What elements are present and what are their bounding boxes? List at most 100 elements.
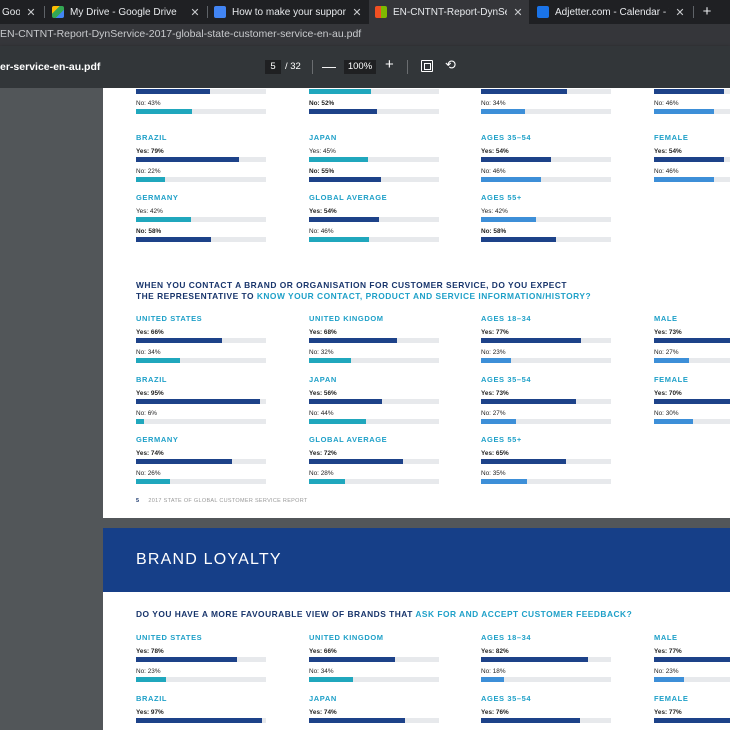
no-bar	[136, 358, 181, 363]
region-label: FEMALE	[654, 694, 689, 703]
region-label: UNITED KINGDOM	[309, 314, 384, 323]
yes-bar-track	[136, 657, 266, 662]
yes-bar	[136, 657, 238, 662]
no-bar	[136, 237, 212, 242]
no-bar-track	[481, 177, 611, 182]
zoom-in-button[interactable]: +	[385, 56, 394, 73]
region-label: AGES 35–54	[481, 694, 532, 703]
no-label: No: 23%	[481, 349, 506, 356]
rotate-icon[interactable]: ⟲	[445, 57, 456, 73]
close-icon[interactable]: ✕	[188, 6, 202, 19]
no-bar-track	[654, 677, 730, 682]
region-label: BRAZIL	[136, 375, 168, 384]
no-bar	[481, 237, 557, 242]
no-bar-track	[309, 479, 439, 484]
zoom-out-button[interactable]: —	[322, 58, 336, 74]
region-label: UNITED KINGDOM	[309, 633, 384, 642]
yes-bar	[654, 89, 725, 94]
region-label: GLOBAL AVERAGE	[309, 193, 388, 202]
page-number-input[interactable]: 5	[265, 60, 281, 74]
region-label: FEMALE	[654, 133, 689, 142]
tab-calendar[interactable]: Adjetter.com - Calendar - Week o ✕	[531, 0, 691, 24]
yes-label: Yes: 42%	[136, 208, 163, 215]
region-label: AGES 18–34	[481, 314, 532, 323]
yes-label: Yes: 77%	[654, 709, 682, 716]
yes-bar-track	[309, 338, 439, 343]
question-highlight: KNOW YOUR CONTACT, PRODUCT AND SERVICE I…	[256, 291, 592, 301]
no-bar-track	[481, 419, 611, 424]
region-label: GLOBAL AVERAGE	[309, 435, 388, 444]
question-heading: WHEN YOU CONTACT A BRAND OR ORGANISATION…	[136, 280, 591, 302]
region-label: GERMANY	[136, 193, 179, 202]
yes-label: Yes: 74%	[309, 709, 337, 716]
yes-bar-track	[481, 459, 611, 464]
no-label: No: 46%	[309, 228, 334, 235]
no-bar	[481, 479, 527, 484]
yes-bar	[309, 399, 382, 404]
url-text: EN-CNTNT-Report-DynService-2017-global-s…	[0, 28, 362, 40]
yes-bar-track	[654, 399, 730, 404]
tab-my-drive[interactable]: My Drive - Google Drive ✕	[46, 0, 206, 24]
no-bar	[309, 358, 351, 363]
no-label: No: 46%	[654, 100, 679, 107]
no-bar-track	[309, 109, 439, 114]
pdf-file-name: er-service-en-au.pdf	[0, 61, 101, 73]
yes-bar-track	[309, 399, 439, 404]
yes-bar	[309, 338, 398, 343]
region-label: AGES 55+	[481, 193, 522, 202]
yes-bar-track	[136, 718, 266, 723]
region-label: MALE	[654, 633, 678, 642]
region-label: MALE	[654, 314, 678, 323]
yes-label: Yes: 56%	[309, 390, 337, 397]
tab-title: EN-CNTNT-Report-DynService-2	[393, 6, 507, 18]
yes-bar-track	[136, 217, 266, 222]
region-label: AGES 55+	[481, 435, 522, 444]
no-bar	[654, 177, 714, 182]
yes-bar	[136, 399, 260, 404]
no-bar	[136, 177, 165, 182]
yes-label: Yes: 76%	[481, 709, 509, 716]
yes-label: Yes: 54%	[654, 148, 682, 155]
yes-bar	[481, 399, 576, 404]
no-bar-track	[481, 237, 611, 242]
tab-google[interactable]: Googl ✕	[0, 0, 42, 24]
no-bar	[481, 419, 517, 424]
close-icon[interactable]: ✕	[673, 6, 687, 19]
address-bar[interactable]: EN-CNTNT-Report-DynService-2017-global-s…	[0, 24, 730, 46]
no-bar	[654, 677, 684, 682]
footer-title: 2017 STATE OF GLOBAL CUSTOMER SERVICE RE…	[148, 498, 308, 504]
banner-title: BRAND LOYALTY	[136, 551, 282, 568]
pdf-toolbar: er-service-en-au.pdf 5 / 32 — 100% + ⟲	[0, 46, 730, 88]
tab-support-article[interactable]: How to make your support efficie ✕	[208, 0, 368, 24]
pdf-viewer[interactable]: Yes: 57%No: 43%Yes: 48%No: 52%Yes: 66%No…	[0, 88, 730, 730]
page-total: / 32	[285, 61, 301, 72]
yes-label: Yes: 73%	[481, 390, 509, 397]
yes-label: Yes: 66%	[136, 329, 164, 336]
yes-bar-track	[654, 89, 730, 94]
yes-bar	[309, 89, 372, 94]
no-bar-track	[136, 677, 266, 682]
yes-bar-track	[309, 657, 439, 662]
zoom-level-input[interactable]: 100%	[344, 60, 376, 74]
yes-bar-track	[481, 399, 611, 404]
region-label: AGES 35–54	[481, 375, 532, 384]
yes-bar	[654, 718, 730, 723]
no-bar-track	[136, 419, 266, 424]
no-label: No: 6%	[136, 410, 157, 417]
no-bar	[309, 177, 381, 182]
close-icon[interactable]: ✕	[350, 6, 364, 19]
fit-page-icon[interactable]	[421, 60, 433, 72]
no-label: No: 23%	[136, 668, 161, 675]
yes-bar	[481, 157, 552, 162]
close-icon[interactable]: ✕	[511, 6, 525, 19]
region-label: JAPAN	[309, 375, 337, 384]
yes-bar	[136, 157, 239, 162]
tab-pdf-report[interactable]: EN-CNTNT-Report-DynService-2 ✕	[369, 0, 529, 24]
no-label: No: 27%	[654, 349, 679, 356]
close-icon[interactable]: ✕	[24, 6, 38, 19]
no-bar-track	[654, 109, 730, 114]
yes-bar-track	[136, 157, 266, 162]
no-bar-track	[309, 237, 439, 242]
new-tab-button[interactable]: +	[696, 0, 718, 24]
yes-bar	[654, 657, 730, 662]
